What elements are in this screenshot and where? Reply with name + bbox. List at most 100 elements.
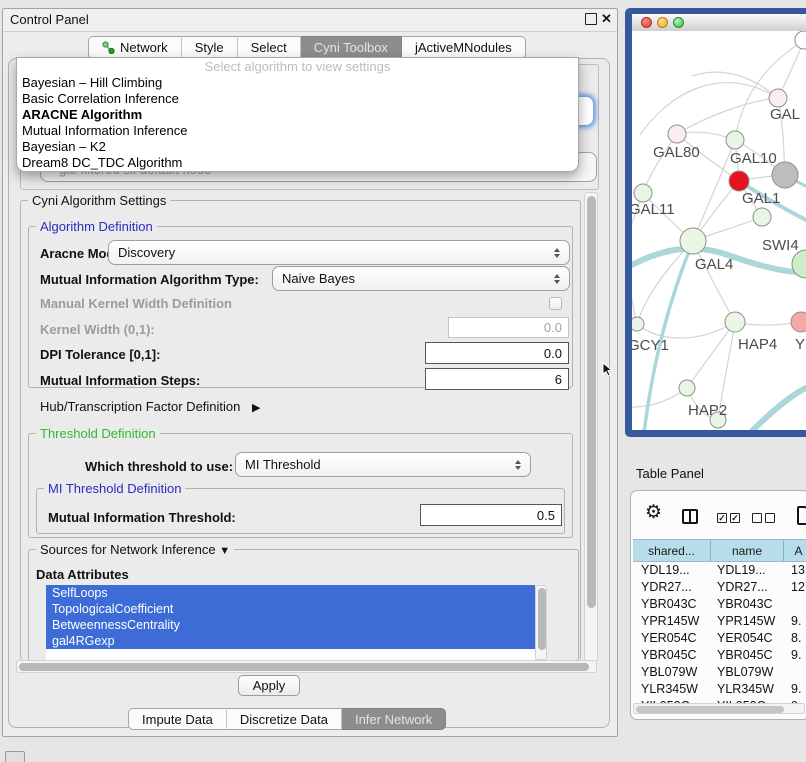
node-hap2[interactable] [679,380,695,396]
algorithm-option-bayesian-hill-climbing[interactable]: Bayesian – Hill Climbing [17,75,578,91]
table-row[interactable]: YER054CYER054C8. [633,630,806,647]
algorithm-option-mutual-information-inference[interactable]: Mutual Information Inference [17,123,578,139]
tab-impute-data[interactable]: Impute Data [128,708,227,730]
export-table-icon[interactable] [797,506,806,525]
node-y-cut[interactable] [791,312,806,332]
table-horizontal-scrollbar-thumb[interactable] [636,706,784,713]
vertical-scrollbar-thumb[interactable] [587,196,596,608]
attribute-item-selfloops[interactable]: SelfLoops [46,585,535,601]
minimize-traffic-light-icon[interactable] [657,17,668,28]
expand-right-triangle-icon[interactable]: ▶ [252,402,260,414]
zoom-traffic-light-icon[interactable] [673,17,684,28]
attribute-item-betweennesscentrality[interactable]: BetweennessCentrality [46,617,535,633]
sources-group-title: Sources for Network Inference ▼ [36,542,234,557]
attribute-item-topologicalcoefficient[interactable]: TopologicalCoefficient [46,601,535,617]
node-gcy1[interactable] [632,317,644,331]
tab-style[interactable]: Style [182,36,238,59]
attribute-item-gal4rgexp[interactable]: gal4RGexp [46,633,535,649]
unchecked-checkbox-icon[interactable] [765,513,775,523]
tab-jactivemnodules-label: jActiveMNodules [415,40,512,55]
node-gal1[interactable] [729,171,749,191]
aracne-mode-combo[interactable]: Discovery [108,240,570,265]
column-header-a[interactable]: A [784,540,806,561]
node-gal10[interactable] [726,131,744,149]
node-gal4-label: GAL4 [695,256,733,273]
collapse-down-triangle-icon[interactable]: ▼ [219,545,230,557]
node-hap2-label: HAP2 [688,402,727,419]
attributes-list-scrollbar[interactable] [535,585,547,660]
node-gal80[interactable] [668,125,686,143]
algorithm-option-dream8-dc-tdc-algorithm[interactable]: Dream8 DC_TDC Algorithm [17,155,578,171]
table-cell: 13 [791,563,805,577]
tab-select-label: Select [251,40,287,55]
table-cell: 9. [791,682,801,696]
tab-infer-network[interactable]: Infer Network [342,708,446,730]
node-gal11-label: GAL11 [632,201,675,218]
algorithm-definition-title: Algorithm Definition [36,219,157,234]
attributes-list-scrollbar-thumb[interactable] [538,588,546,650]
column-header-shared[interactable]: shared... [633,540,711,561]
table-cell: 12 [791,580,805,594]
algorithm-option-basic-correlation-inference[interactable]: Basic Correlation Inference [17,91,578,107]
table-row[interactable]: YDL19...YDL19...13 [633,562,806,579]
node-gal4[interactable] [680,228,706,254]
node-gal11[interactable] [634,184,652,202]
manual-kernel-checkbox[interactable] [549,297,562,310]
collapsed-panel-icon[interactable] [5,751,25,762]
algorithm-option-bayesian-k2[interactable]: Bayesian – K2 [17,139,578,155]
table-cell: YDR27... [717,580,768,594]
mi-type-value: Naive Bayes [282,271,355,286]
table-row[interactable]: YDR27... YDR27... 12 [633,579,806,596]
close-window-icon[interactable]: ✕ [601,11,612,27]
network-icon [102,41,115,54]
table-panel-title: Table Panel [636,466,704,481]
float-window-icon[interactable] [585,13,597,25]
horizontal-scrollbar-thumb[interactable] [19,663,589,671]
tab-network[interactable]: Network [88,36,182,59]
table-cell: 8. [791,631,801,645]
dpi-tolerance-input[interactable]: 0.0 [425,342,569,364]
node-top-partial[interactable] [795,31,806,49]
table-cell: YBL079W [717,665,773,679]
mi-steps-input[interactable]: 6 [425,368,569,390]
data-attributes-list[interactable]: SelfLoopsTopologicalCoefficientBetweenne… [46,585,535,660]
which-threshold-combo[interactable]: MI Threshold [235,452,531,477]
node-hap4[interactable] [725,312,745,332]
hub-definition-expander[interactable]: Hub/Transcription Factor Definition ▶ [40,399,260,414]
mi-threshold-label: Mutual Information Threshold: [48,510,236,525]
table-row[interactable]: YBL079WYBL079W [633,664,806,681]
apply-button[interactable]: Apply [238,675,300,696]
horizontal-scrollbar[interactable] [16,660,597,673]
close-traffic-light-icon[interactable] [641,17,652,28]
table-horizontal-scrollbar[interactable] [633,703,805,714]
table-row[interactable]: YLR345WYLR345W9. [633,681,806,698]
tab-discretize-data[interactable]: Discretize Data [227,708,342,730]
node-gal-cut[interactable] [769,89,787,107]
table-row[interactable]: YBR043CYBR043C [633,596,806,613]
node-green-small[interactable] [753,208,771,226]
table-row[interactable]: YPR145WYPR145W9. [633,613,806,630]
tab-jactivemnodules[interactable]: jActiveMNodules [402,36,526,59]
tab-cyni-toolbox[interactable]: Cyni Toolbox [301,36,402,59]
mi-type-combo[interactable]: Naive Bayes [272,266,570,291]
settings-gear-icon[interactable]: ⚙ [645,503,662,522]
data-attributes-label: Data Attributes [36,567,129,582]
network-canvas[interactable]: GALGAL80GAL10GAL1GAL11GAL4SWI4GCY1HAP4YH… [632,31,806,430]
checked-checkbox-icon[interactable]: ✓ [730,513,740,523]
node-gal10-label: GAL10 [730,150,777,167]
which-threshold-value: MI Threshold [245,457,321,472]
algorithm-option-aracne-algorithm[interactable]: ARACNE Algorithm [17,107,578,123]
table-row[interactable]: YBR045CYBR045C9. [633,647,806,664]
table-cell: YDR27... [641,580,692,594]
vertical-scrollbar[interactable] [584,192,598,662]
column-header-name[interactable]: name [711,540,784,561]
checked-checkbox-icon[interactable]: ✓ [717,513,727,523]
which-threshold-label: Which threshold to use: [85,459,233,474]
mi-threshold-input[interactable]: 0.5 [420,504,562,526]
column-view-icon[interactable] [682,509,698,524]
tab-select[interactable]: Select [238,36,301,59]
control-panel-tabbar: NetworkStyle Select Cyni Toolbox jActiveMNo… [88,36,526,59]
unchecked-checkbox-icon[interactable] [752,513,762,523]
table-panel-window: ⚙ ✓ ✓ shared...nameA YDL19...YDL19...13Y… [630,490,806,720]
kernel-width-label: Kernel Width (0,1): [40,322,155,337]
